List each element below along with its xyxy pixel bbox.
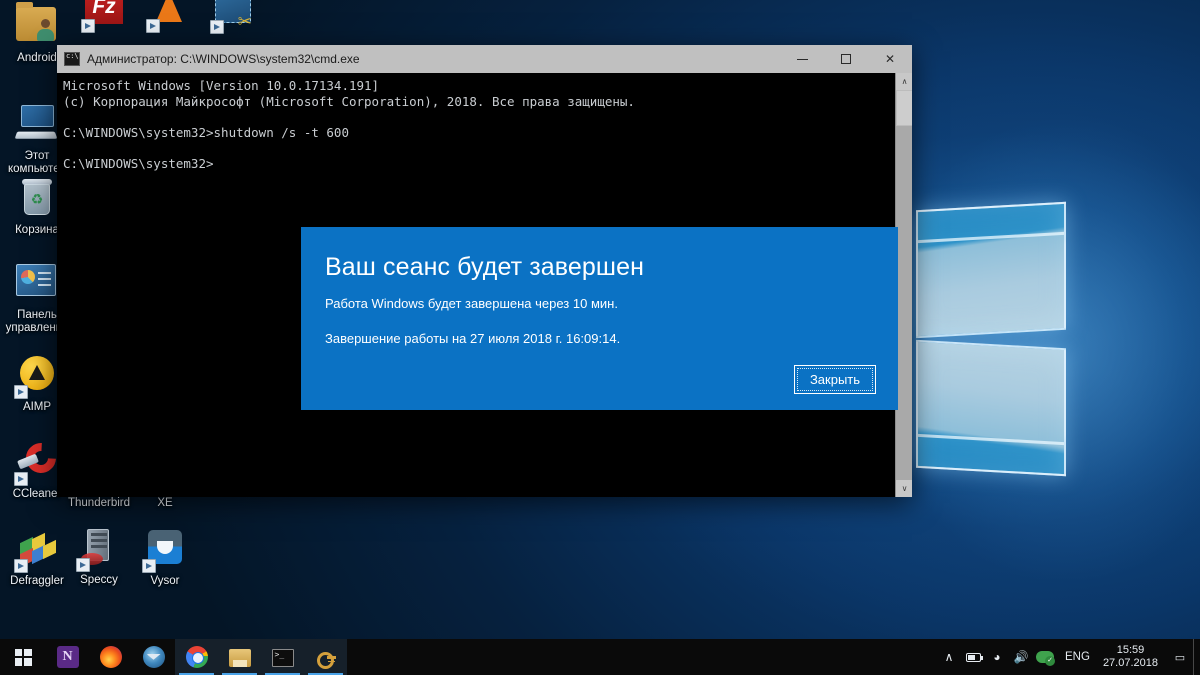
dialog-message-primary: Работа Windows будет завершена через 10 … bbox=[325, 296, 618, 311]
firefox-icon bbox=[99, 646, 122, 668]
dialog-button-row: Закрыть bbox=[794, 365, 876, 394]
keepass-icon bbox=[315, 646, 337, 669]
control-panel-icon bbox=[16, 264, 58, 306]
thunderbird-icon bbox=[142, 646, 165, 668]
desktop-icon-speccy[interactable]: Speccy bbox=[62, 526, 136, 587]
shutdown-dialog: Ваш сеанс будет завершен Работа Windows … bbox=[301, 227, 898, 410]
desktop-icon-snip[interactable] bbox=[196, 0, 270, 36]
window-controls[interactable]: ✕ bbox=[780, 45, 912, 73]
taskbar-item-thunderbird[interactable] bbox=[132, 639, 175, 675]
system-tray[interactable]: ∧ ◕ 🔊 ENG 15:59 27.07.2018 ▭ bbox=[937, 639, 1200, 675]
battery-icon[interactable] bbox=[961, 639, 985, 675]
clock-time: 15:59 bbox=[1116, 644, 1145, 656]
speccy-icon bbox=[76, 529, 120, 572]
clock-date: 27.07.2018 bbox=[1102, 657, 1158, 669]
chrome-icon bbox=[185, 646, 208, 668]
scroll-up-icon[interactable]: ∧ bbox=[896, 73, 912, 90]
dialog-close-button[interactable]: Закрыть bbox=[794, 365, 876, 394]
desktop-icon-vysor[interactable]: Vysor bbox=[128, 526, 202, 588]
taskbar-item-cmd[interactable] bbox=[261, 639, 304, 675]
desktop[interactable]: Android Этот компьютер ♻ Корзина bbox=[0, 0, 1200, 675]
volume-icon[interactable]: 🔊 bbox=[1009, 639, 1033, 675]
cmd-icon bbox=[64, 52, 80, 66]
cloud-sync-icon[interactable] bbox=[1033, 639, 1057, 675]
this-pc-icon bbox=[14, 105, 58, 147]
wifi-icon[interactable]: ◕ bbox=[985, 639, 1009, 675]
action-center-icon[interactable]: ▭ bbox=[1167, 639, 1193, 675]
desktop-icon-freecommander[interactable]: XE bbox=[128, 497, 202, 510]
dialog-message-secondary: Завершение работы на 27 июля 2018 г. 16:… bbox=[325, 331, 621, 346]
snip-icon bbox=[210, 0, 254, 34]
start-button[interactable] bbox=[0, 639, 46, 675]
aimp-icon bbox=[14, 356, 58, 399]
file-manager-icon bbox=[228, 649, 251, 667]
taskbar-item-notepadpp[interactable]: N bbox=[46, 639, 89, 675]
maximize-icon bbox=[841, 54, 851, 64]
cmd-taskbar-icon bbox=[271, 649, 294, 667]
maximize-button[interactable] bbox=[824, 45, 868, 73]
notepadpp-icon: N bbox=[56, 646, 79, 668]
show-desktop-button[interactable] bbox=[1193, 639, 1200, 675]
close-button[interactable]: ✕ bbox=[868, 45, 912, 73]
minimize-icon bbox=[796, 58, 808, 60]
console-output: Microsoft Windows [Version 10.0.17134.19… bbox=[63, 78, 635, 171]
vysor-icon bbox=[142, 530, 186, 573]
taskbar-item-keepass[interactable] bbox=[304, 639, 347, 675]
dialog-title: Ваш сеанс будет завершен bbox=[325, 253, 644, 281]
clock[interactable]: 15:59 27.07.2018 bbox=[1098, 639, 1167, 675]
folder-user-icon bbox=[16, 2, 58, 49]
language-indicator[interactable]: ENG bbox=[1057, 639, 1098, 675]
ccleaner-icon bbox=[14, 436, 63, 486]
defraggler-icon bbox=[14, 530, 58, 573]
close-icon: ✕ bbox=[884, 52, 896, 66]
taskbar-item-filemanager[interactable] bbox=[218, 639, 261, 675]
desktop-icon-label: Thunderbird bbox=[67, 497, 130, 509]
desktop-icon-label: XE bbox=[157, 497, 173, 509]
taskbar[interactable]: N ∧ ◕ 🔊 ENG bbox=[0, 639, 1200, 675]
windows-logo-icon bbox=[14, 648, 32, 666]
desktop-icon-label: Vysor bbox=[150, 575, 180, 587]
wallpaper-pane-bottom bbox=[916, 339, 1066, 477]
minimize-button[interactable] bbox=[780, 45, 824, 73]
filezilla-icon bbox=[81, 0, 125, 33]
window-titlebar[interactable]: Администратор: C:\WINDOWS\system32\cmd.e… bbox=[57, 45, 912, 73]
vlc-icon bbox=[146, 0, 190, 33]
recycle-bin-icon: ♻ bbox=[16, 179, 58, 221]
desktop-icon-filezilla[interactable] bbox=[67, 0, 141, 35]
desktop-icon-vlc[interactable] bbox=[132, 0, 206, 35]
scrollbar-thumb[interactable] bbox=[896, 90, 912, 126]
taskbar-item-firefox[interactable] bbox=[89, 639, 132, 675]
wallpaper-pane-top bbox=[916, 201, 1066, 339]
window-title: Администратор: C:\WINDOWS\system32\cmd.e… bbox=[87, 52, 360, 66]
scroll-down-icon[interactable]: ∨ bbox=[896, 480, 912, 497]
desktop-icon-label: Speccy bbox=[80, 574, 118, 586]
chevron-up-icon[interactable]: ∧ bbox=[937, 639, 961, 675]
taskbar-item-chrome[interactable] bbox=[175, 639, 218, 675]
desktop-icon-thunderbird[interactable]: Thunderbird bbox=[62, 497, 136, 510]
